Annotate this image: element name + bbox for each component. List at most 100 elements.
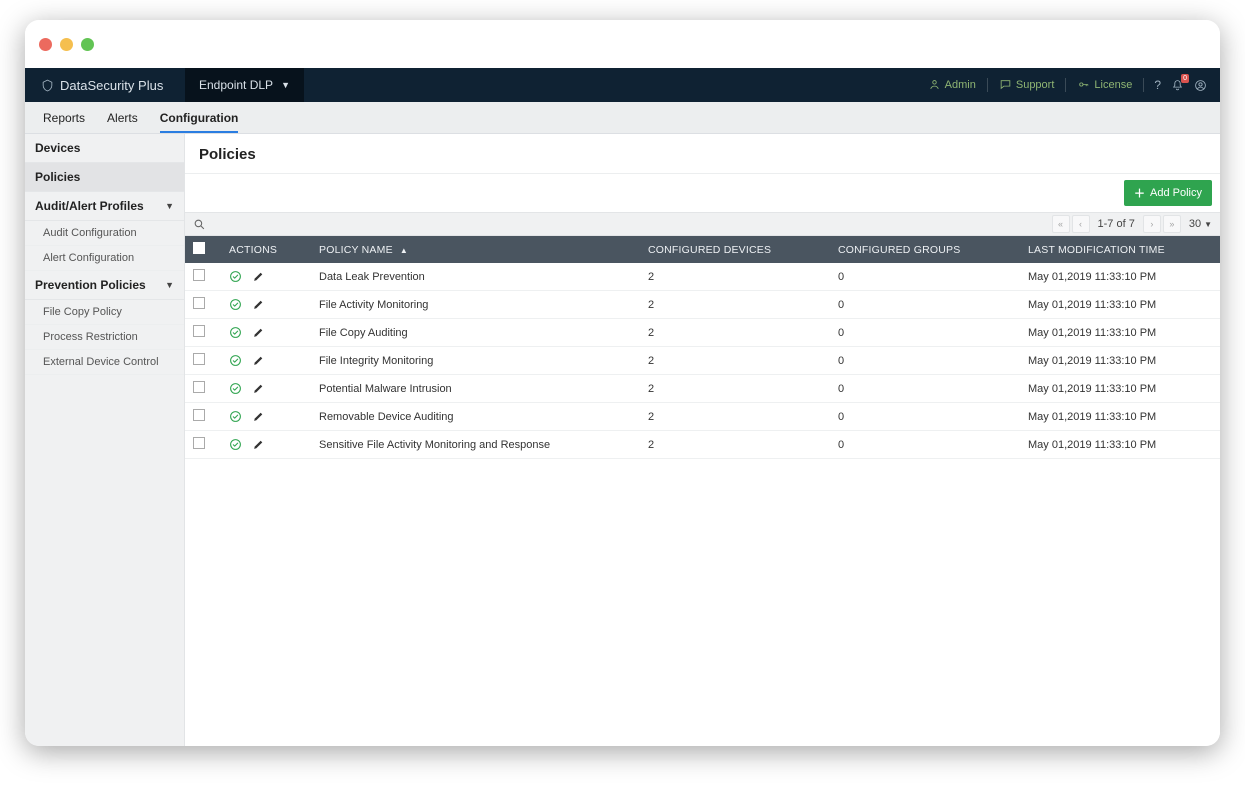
brand: DataSecurity Plus: [25, 78, 185, 93]
col-label: LAST MODIFICATION TIME: [1028, 244, 1165, 256]
tab-reports-label: Reports: [43, 111, 85, 125]
notification-bell-icon[interactable]: 0: [1168, 78, 1187, 92]
sort-asc-icon: ▲: [400, 246, 408, 255]
table-row[interactable]: File Integrity Monitoring20May 01,2019 1…: [185, 347, 1220, 375]
cell-configured-groups: 0: [838, 271, 844, 283]
row-checkbox[interactable]: [193, 437, 205, 449]
edit-icon[interactable]: [252, 410, 265, 423]
col-configured-groups[interactable]: CONFIGURED GROUPS: [830, 236, 1020, 263]
status-enabled-icon[interactable]: [229, 354, 242, 367]
policies-table: ACTIONS POLICY NAME ▲ CONFIGURED DEVICES…: [185, 236, 1220, 459]
table-row[interactable]: Sensitive File Activity Monitoring and R…: [185, 431, 1220, 459]
tab-configuration-label: Configuration: [160, 111, 239, 125]
sidebar-item-alert-config[interactable]: Alert Configuration: [25, 246, 184, 271]
cell-configured-groups: 0: [838, 439, 844, 451]
tab-reports[interactable]: Reports: [43, 103, 85, 133]
cell-configured-groups: 0: [838, 411, 844, 423]
sidebar-item-label: External Device Control: [43, 356, 159, 368]
sidebar-item-label: Devices: [35, 141, 80, 155]
sidebar-item-audit-config[interactable]: Audit Configuration: [25, 221, 184, 246]
cell-configured-groups: 0: [838, 355, 844, 367]
topbar-right: Admin Support License ? 0: [924, 78, 1220, 92]
tab-alerts[interactable]: Alerts: [107, 103, 138, 133]
app-window: DataSecurity Plus Endpoint DLP ▼ Admin S…: [25, 20, 1220, 746]
col-select[interactable]: [185, 236, 221, 263]
account-icon[interactable]: [1191, 78, 1210, 92]
sidebar-group-audit-alert[interactable]: Audit/Alert Profiles ▼: [25, 192, 184, 221]
table-row[interactable]: File Copy Auditing20May 01,2019 11:33:10…: [185, 319, 1220, 347]
license-link[interactable]: License: [1073, 78, 1136, 91]
row-checkbox[interactable]: [193, 297, 205, 309]
pagination: « ‹ 1-7 of 7 › » 30 ▼: [1052, 215, 1212, 233]
page-next-button[interactable]: ›: [1143, 215, 1161, 233]
admin-label: Admin: [945, 79, 976, 91]
edit-icon[interactable]: [252, 354, 265, 367]
row-checkbox[interactable]: [193, 269, 205, 281]
cell-last-modified: May 01,2019 11:33:10 PM: [1028, 327, 1156, 339]
cell-last-modified: May 01,2019 11:33:10 PM: [1028, 383, 1156, 395]
window-zoom-icon[interactable]: [81, 38, 94, 51]
status-enabled-icon[interactable]: [229, 326, 242, 339]
module-label: Endpoint DLP: [199, 78, 273, 92]
tab-configuration[interactable]: Configuration: [160, 103, 239, 133]
page-first-button[interactable]: «: [1052, 215, 1070, 233]
page-size-selector[interactable]: 30 ▼: [1189, 218, 1212, 230]
sidebar-item-process-restriction[interactable]: Process Restriction: [25, 325, 184, 350]
sidebar-item-label: Prevention Policies: [35, 278, 146, 292]
cell-policy-name: File Integrity Monitoring: [319, 355, 433, 367]
cell-last-modified: May 01,2019 11:33:10 PM: [1028, 439, 1156, 451]
sidebar-group-prevention[interactable]: Prevention Policies ▼: [25, 271, 184, 300]
support-link[interactable]: Support: [995, 78, 1059, 91]
edit-icon[interactable]: [252, 438, 265, 451]
add-policy-button[interactable]: ＋ Add Policy: [1124, 180, 1212, 206]
sidebar-item-label: Audit Configuration: [43, 227, 137, 239]
col-last-modification[interactable]: LAST MODIFICATION TIME: [1020, 236, 1220, 263]
sidebar-item-label: Alert Configuration: [43, 252, 134, 264]
row-checkbox[interactable]: [193, 409, 205, 421]
edit-icon[interactable]: [252, 270, 265, 283]
sidebar-item-file-copy[interactable]: File Copy Policy: [25, 300, 184, 325]
sidebar-item-label: Audit/Alert Profiles: [35, 199, 144, 213]
window-close-icon[interactable]: [39, 38, 52, 51]
col-configured-devices[interactable]: CONFIGURED DEVICES: [640, 236, 830, 263]
edit-icon[interactable]: [252, 298, 265, 311]
checkbox-all[interactable]: [193, 242, 205, 254]
window-minimize-icon[interactable]: [60, 38, 73, 51]
page-prev-button[interactable]: ‹: [1072, 215, 1090, 233]
table-row[interactable]: File Activity Monitoring20May 01,2019 11…: [185, 291, 1220, 319]
module-selector[interactable]: Endpoint DLP ▼: [185, 68, 304, 102]
support-label: Support: [1016, 79, 1055, 91]
table-row[interactable]: Potential Malware Intrusion20May 01,2019…: [185, 375, 1220, 403]
col-actions[interactable]: ACTIONS: [221, 236, 311, 263]
cell-policy-name: File Activity Monitoring: [319, 299, 428, 311]
page-last-button[interactable]: »: [1163, 215, 1181, 233]
cell-last-modified: May 01,2019 11:33:10 PM: [1028, 299, 1156, 311]
cell-configured-devices: 2: [648, 383, 654, 395]
separator-icon: [1065, 78, 1066, 92]
sidebar-item-policies[interactable]: Policies: [25, 163, 184, 192]
status-enabled-icon[interactable]: [229, 270, 242, 283]
sidebar-item-devices[interactable]: Devices: [25, 134, 184, 163]
row-checkbox[interactable]: [193, 381, 205, 393]
col-policy-name[interactable]: POLICY NAME ▲: [311, 236, 640, 263]
help-icon[interactable]: ?: [1151, 78, 1164, 92]
status-enabled-icon[interactable]: [229, 438, 242, 451]
admin-link[interactable]: Admin: [924, 78, 980, 91]
page-size-value: 30: [1189, 218, 1201, 230]
col-label: POLICY NAME: [319, 244, 393, 256]
row-checkbox[interactable]: [193, 325, 205, 337]
status-enabled-icon[interactable]: [229, 298, 242, 311]
sidebar-item-external-device[interactable]: External Device Control: [25, 350, 184, 375]
table-row[interactable]: Removable Device Auditing20May 01,2019 1…: [185, 403, 1220, 431]
cell-configured-devices: 2: [648, 299, 654, 311]
edit-icon[interactable]: [252, 326, 265, 339]
edit-icon[interactable]: [252, 382, 265, 395]
table-row[interactable]: Data Leak Prevention20May 01,2019 11:33:…: [185, 263, 1220, 291]
row-checkbox[interactable]: [193, 353, 205, 365]
chat-icon: [999, 78, 1012, 91]
chevron-down-icon: ▼: [281, 80, 290, 90]
cell-policy-name: File Copy Auditing: [319, 327, 408, 339]
search-icon[interactable]: [193, 218, 206, 231]
status-enabled-icon[interactable]: [229, 382, 242, 395]
status-enabled-icon[interactable]: [229, 410, 242, 423]
